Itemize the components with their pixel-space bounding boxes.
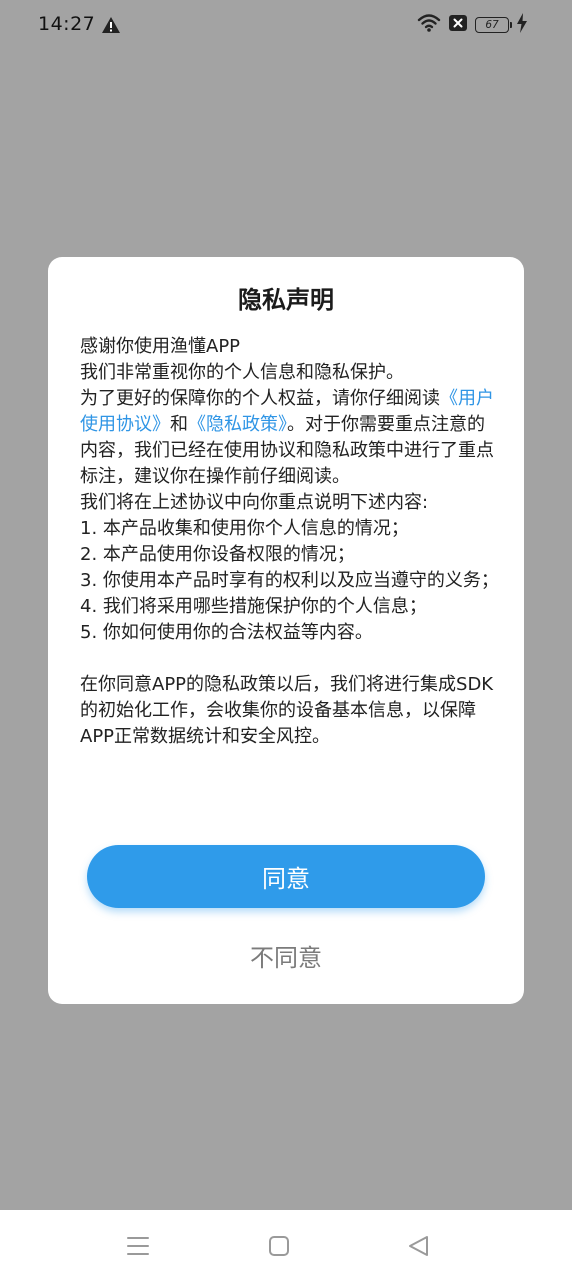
status-bar: 14:27 67 — [0, 0, 572, 52]
list-item: 1. 本产品收集和使用你个人信息的情况； — [80, 518, 409, 539]
warning-icon — [101, 16, 121, 34]
dialog-body: 感谢你使用渔懂APP 我们非常重视你的个人信息和隐私保护。 为了更好的保障你的个… — [80, 334, 500, 750]
body-text: 和 — [170, 414, 188, 435]
list-item: 4. 我们将采用哪些措施保护你的个人信息； — [80, 596, 427, 617]
body-paragraph-agreements: 为了更好的保障你的个人权益，请你仔细阅读《用户使用协议》和《隐私政策》。对于你需… — [80, 386, 500, 490]
disagree-button[interactable]: 不同意 — [87, 930, 485, 980]
back-icon[interactable] — [405, 1232, 433, 1260]
body-paragraph: 在你同意APP的隐私政策以后，我们将进行集成SDK的初始化工作，会收集你的设备基… — [80, 674, 494, 747]
menu-icon[interactable] — [124, 1232, 152, 1260]
body-paragraph: 感谢你使用渔懂APP — [80, 336, 241, 357]
list-item: 5. 你如何使用你的合法权益等内容。 — [80, 622, 373, 643]
status-time: 14:27 — [38, 13, 96, 35]
charging-icon — [516, 13, 528, 37]
body-text: 为了更好的保障你的个人权益，请你仔细阅读 — [80, 388, 440, 409]
status-icons: 67 — [417, 13, 528, 37]
dialog-title: 隐私声明 — [238, 286, 334, 314]
privacy-policy-link[interactable]: 《隐私政策》 — [188, 414, 287, 435]
home-icon[interactable] — [265, 1232, 293, 1260]
body-paragraph: 我们非常重视你的个人信息和隐私保护。 — [80, 362, 404, 383]
no-sim-icon — [448, 14, 468, 36]
agree-button[interactable]: 同意 — [87, 845, 485, 908]
list-item: 2. 本产品使用你设备权限的情况； — [80, 544, 355, 565]
navigation-bar — [0, 1210, 572, 1280]
battery-icon: 67 — [475, 17, 512, 33]
list-item: 3. 你使用本产品时享有的权利以及应当遵守的义务； — [80, 570, 499, 591]
body-paragraph: 我们将在上述协议中向你重点说明下述内容: — [80, 492, 429, 513]
wifi-icon — [417, 13, 441, 37]
battery-level: 67 — [485, 18, 499, 31]
